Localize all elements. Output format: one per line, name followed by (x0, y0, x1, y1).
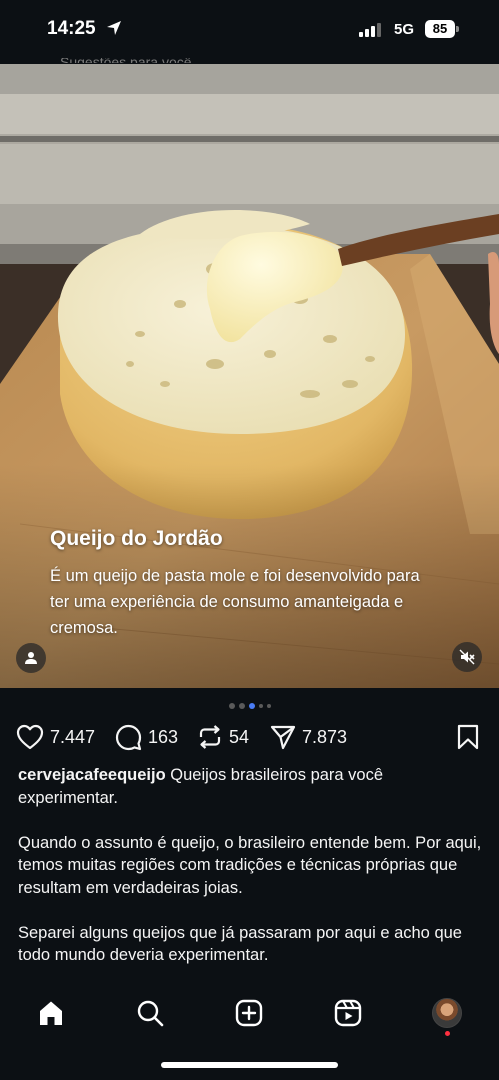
cellular-signal-icon (359, 23, 381, 37)
media-title: Queijo do Jordão (50, 527, 223, 550)
carousel-dot-active (248, 703, 255, 709)
nav-profile[interactable] (430, 996, 464, 1030)
tagged-users-button[interactable] (16, 643, 46, 673)
battery-cap (456, 26, 459, 32)
network-type: 5G (394, 21, 415, 38)
search-icon (137, 1000, 164, 1027)
caption-username[interactable]: cervejacafeequeijo (18, 766, 166, 784)
heart-icon (16, 724, 44, 750)
mute-button[interactable] (452, 642, 482, 672)
like-button[interactable]: 7.447 (16, 722, 95, 752)
nav-create[interactable] (232, 996, 266, 1030)
repost-count: 54 (229, 726, 250, 747)
carousel-indicator (0, 702, 499, 710)
carousel-dot (258, 704, 263, 708)
nav-search[interactable] (133, 996, 167, 1030)
speaker-muted-icon (459, 649, 475, 665)
nav-reels[interactable] (331, 996, 365, 1030)
battery-level: 85 (425, 20, 455, 38)
caption-paragraph: Quando o assunto é queijo, o brasileiro … (18, 833, 482, 897)
person-icon (25, 652, 37, 664)
repost-icon (199, 725, 221, 749)
post-caption: cervejacafeequeijo Queijos brasileiros p… (18, 764, 484, 989)
carousel-dot (228, 703, 235, 709)
reels-icon (334, 999, 362, 1027)
home-indicator (161, 1062, 338, 1068)
carousel-dot (238, 703, 245, 709)
profile-avatar (432, 998, 462, 1028)
post-media[interactable]: Queijo do Jordão É um queijo de pasta mo… (0, 64, 499, 688)
nav-home[interactable] (34, 996, 68, 1030)
save-button[interactable] (457, 724, 479, 755)
send-icon (270, 725, 296, 750)
share-count: 7.873 (302, 726, 348, 747)
status-time: 14:25 (47, 18, 96, 39)
bookmark-icon (457, 724, 479, 750)
comment-button[interactable]: 163 (115, 722, 178, 752)
like-count: 7.447 (50, 726, 96, 747)
comment-count: 163 (148, 726, 179, 747)
media-description: É um queijo de pasta mole e foi desenvol… (50, 567, 420, 637)
carousel-dot (266, 704, 271, 708)
notification-dot (445, 1031, 450, 1036)
home-icon (40, 1001, 62, 1025)
location-arrow-icon (107, 21, 121, 35)
status-bar: 14:25 5G 85 (0, 0, 499, 58)
caption-paragraph: Separei alguns queijos que já passaram p… (18, 923, 462, 965)
create-icon (235, 999, 263, 1027)
share-button[interactable]: 7.873 (270, 722, 347, 752)
repost-button[interactable]: 54 (197, 722, 249, 752)
post-actions: 7.447 163 54 7.873 (0, 722, 499, 752)
comment-icon (115, 724, 142, 750)
